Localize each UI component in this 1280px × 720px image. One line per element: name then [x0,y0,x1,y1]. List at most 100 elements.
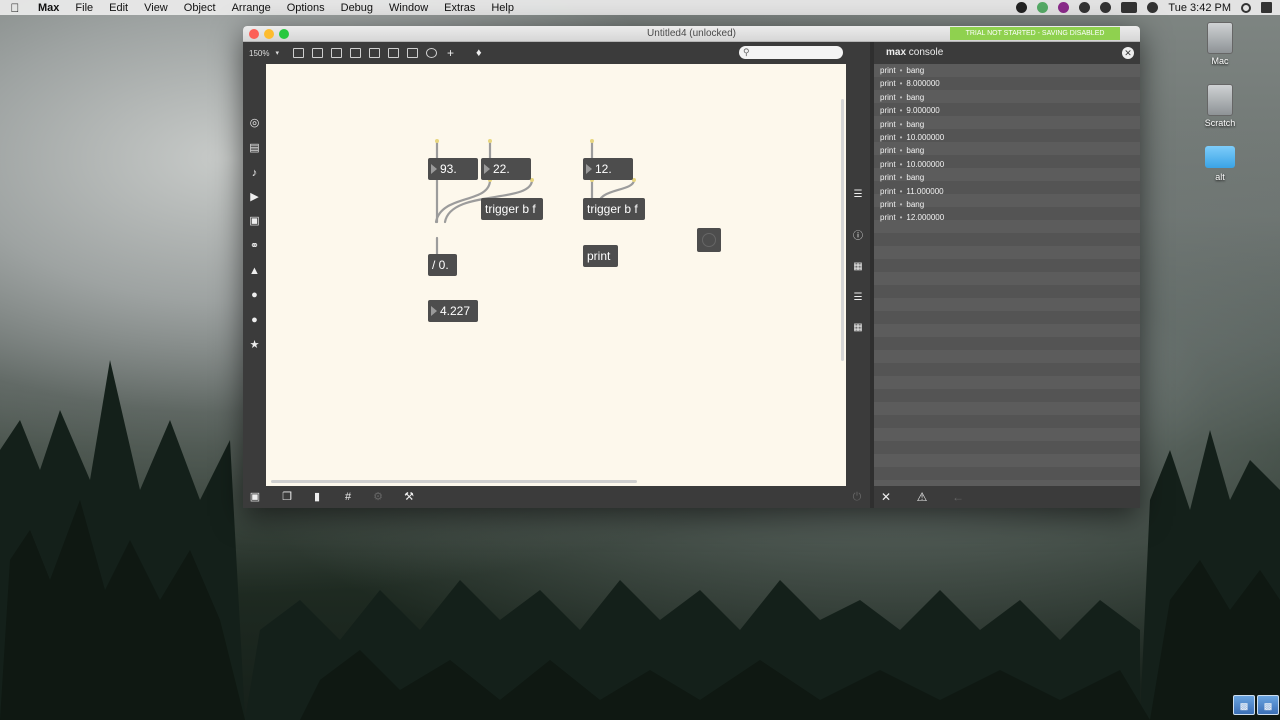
console-row[interactable]: print • 10.000000 [874,131,1140,144]
trigger-object-2[interactable]: trigger b f [583,198,645,220]
list-view-icon[interactable]: ☰ [852,293,864,303]
console-separator: • [899,186,903,196]
recent-objects-icon[interactable]: ◎ [249,118,260,129]
paint-bucket-icon[interactable]: ♦ [476,47,482,59]
menu-object[interactable]: Object [176,2,224,14]
menu-arrange[interactable]: Arrange [224,2,279,14]
clear-console-icon[interactable]: ✕ [880,491,892,503]
object-palette-icon[interactable] [311,48,323,58]
number-box-93[interactable]: 93. [428,158,478,180]
menu-window[interactable]: Window [381,2,436,14]
patcher-toolbar: 150% ▾ + ♦ ⚲ [243,42,870,64]
console-row[interactable]: print • bang [874,171,1140,184]
inspector-info-icon[interactable]: ⓘ [852,232,864,242]
divide-object[interactable]: / 0. [428,254,457,276]
menu-file[interactable]: File [67,2,101,14]
console-list-icon[interactable]: ☰ [852,190,864,200]
bluetooth-icon[interactable] [1079,2,1091,13]
search-input[interactable]: ⚲ [739,46,843,59]
back-arrow-icon[interactable]: ← [952,491,964,503]
dial-object-icon[interactable] [425,48,437,58]
horizontal-scrollbar[interactable] [271,480,637,483]
vertical-scrollbar[interactable] [841,99,844,361]
notification-center-icon[interactable] [1261,2,1272,13]
console-row[interactable]: print • 10.000000 [874,158,1140,171]
plugin-icon[interactable]: ▲ [249,266,260,277]
sync-status-icon[interactable] [1037,2,1049,13]
reference-book-icon[interactable]: ▦ [852,262,864,272]
packages-icon[interactable]: ● [249,290,260,301]
presentation-toggle-icon[interactable] [292,48,304,58]
zoom-window-button[interactable] [279,29,289,39]
zoom-dropdown-chevron-icon[interactable]: ▾ [275,49,279,57]
sequencing-icon[interactable]: ▶ [249,192,260,203]
app-status-icon[interactable] [1058,2,1070,13]
menu-view[interactable]: View [136,2,176,14]
menu-debug[interactable]: Debug [333,2,381,14]
print-object[interactable]: print [583,245,618,267]
paperclip-icon[interactable]: ⚭ [249,241,260,252]
console-row[interactable]: print • bang [874,118,1140,131]
add-object-icon[interactable]: + [447,46,454,60]
window-titlebar[interactable]: Untitled4 (unlocked) TRIAL NOT STARTED -… [243,26,1140,42]
desktop-icon-alt[interactable]: alt [1190,146,1250,182]
close-window-button[interactable] [249,29,259,39]
dock-app-icon[interactable]: ▩ [1233,695,1255,715]
bang-object-icon[interactable] [368,48,380,58]
battery-icon[interactable] [1121,2,1138,13]
comment-bubble-icon[interactable]: ▮ [311,491,323,503]
debug-icon[interactable]: ⚙ [372,491,384,503]
result-number-box[interactable]: 4.227 [428,300,478,322]
wrench-icon[interactable]: ⚒ [403,491,415,503]
desktop-icon-mac[interactable]: Mac [1190,22,1250,66]
wifi-icon[interactable] [1100,2,1112,13]
lock-toggle-icon[interactable]: ▣ [249,491,261,503]
minimize-window-button[interactable] [264,29,274,39]
console-row[interactable]: print • 12.000000 [874,211,1140,224]
console-row[interactable]: print • bang [874,64,1140,77]
console-source: print [880,79,896,89]
audio-power-icon[interactable]: ⏻ [851,491,863,503]
menu-edit[interactable]: Edit [101,2,136,14]
console-row[interactable]: print • 11.000000 [874,185,1140,198]
snippets-icon[interactable]: ● [249,315,260,326]
favorites-star-icon[interactable]: ★ [249,340,260,351]
number-box-icon[interactable] [387,48,399,58]
apple-icon[interactable]:  [0,1,30,15]
trigger-object-1[interactable]: trigger b f [481,198,543,220]
record-status-icon[interactable] [1016,2,1028,13]
slider-object-icon[interactable] [406,48,418,58]
spotlight-icon[interactable] [1241,2,1251,13]
console-row[interactable]: print • bang [874,144,1140,157]
console-row[interactable]: print • 8.000000 [874,77,1140,90]
console-separator: • [899,146,903,156]
interface-objects-icon[interactable]: ▤ [249,143,260,154]
menu-options[interactable]: Options [279,2,333,14]
menu-app-name[interactable]: Max [30,2,67,14]
presentation-mode-icon[interactable]: ❐ [281,491,293,503]
number-box-12[interactable]: 12. [583,158,633,180]
grid-icon[interactable]: # [342,491,354,503]
help-book-icon[interactable]: ▦ [852,323,864,333]
desktop-icon-scratch[interactable]: Scratch [1190,84,1250,128]
console-message: bang [906,199,925,209]
console-row[interactable]: print • bang [874,91,1140,104]
dock-app-icon[interactable]: ▩ [1257,695,1279,715]
number-box-22[interactable]: 22. [481,158,531,180]
audio-objects-icon[interactable]: ♪ [249,168,260,179]
zoom-level-dropdown[interactable]: 150% [243,49,275,58]
menu-extras[interactable]: Extras [436,2,483,14]
patcher-canvas[interactable]: 93. 22. trigger b f / 0. 4.227 12. trigg… [266,64,846,486]
menu-clock[interactable]: Tue 3:42 PM [1168,2,1231,14]
toggle-object-icon[interactable] [349,48,361,58]
warning-filter-icon[interactable]: ⚠ [916,491,928,503]
image-icon[interactable]: ▣ [249,216,260,227]
bang-button[interactable] [697,228,721,252]
console-message-list[interactable]: print • bang print • 8.000000 print • bang pri… [874,64,1140,486]
console-row[interactable]: print • bang [874,198,1140,211]
volume-icon[interactable] [1147,2,1159,13]
comment-icon[interactable] [330,48,342,58]
menu-help[interactable]: Help [483,2,522,14]
console-row[interactable]: print • 9.000000 [874,104,1140,117]
console-close-icon[interactable]: ✕ [1122,47,1134,59]
